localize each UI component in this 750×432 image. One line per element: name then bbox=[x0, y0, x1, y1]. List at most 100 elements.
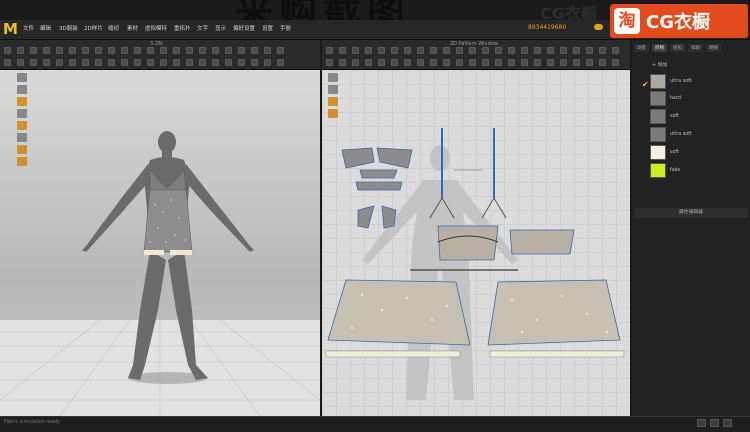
toolbar-2d-row2-tool-icon[interactable] bbox=[469, 59, 476, 66]
toolbar-2d-row1-tool-icon[interactable] bbox=[573, 47, 580, 54]
toolbar-2d-row2-tool-icon[interactable] bbox=[534, 59, 541, 66]
toolbar-3d-row2-tool-icon[interactable] bbox=[56, 59, 63, 66]
tool-pin-icon[interactable] bbox=[17, 97, 27, 106]
toolbar-2d-row1-tool-icon[interactable] bbox=[560, 47, 567, 54]
toolbar-3d-row2-tool-icon[interactable] bbox=[251, 59, 258, 66]
toolbar-2d-row1-tool-icon[interactable] bbox=[339, 47, 346, 54]
toolbar-3d-row2-tool-icon[interactable] bbox=[212, 59, 219, 66]
tool-measure-icon[interactable] bbox=[17, 157, 27, 166]
menu-file[interactable]: 文件 bbox=[23, 24, 34, 32]
tab-scene[interactable]: 场景 bbox=[634, 44, 649, 52]
toolbar-3d-row1-tool-icon[interactable] bbox=[225, 47, 232, 54]
toolbar-2d-row2-tool-icon[interactable] bbox=[573, 59, 580, 66]
toolbar-2d-row1-tool-icon[interactable] bbox=[547, 47, 554, 54]
toolbar-3d-row2-tool-icon[interactable] bbox=[121, 59, 128, 66]
toolbar-3d-row2-tool-icon[interactable] bbox=[134, 59, 141, 66]
toolbar-3d-row2-tool-icon[interactable] bbox=[277, 59, 284, 66]
fabric-item[interactable]: soft bbox=[650, 109, 745, 124]
fabric-item[interactable]: hard bbox=[650, 91, 745, 106]
toolbar-3d-row2-tool-icon[interactable] bbox=[238, 59, 245, 66]
toolbar-3d-row1-tool-icon[interactable] bbox=[108, 47, 115, 54]
tool-2d-select-icon[interactable] bbox=[328, 73, 338, 82]
menu-avatar[interactable]: 虚拟模特 bbox=[145, 24, 167, 32]
property-editor-header[interactable]: 属性编辑器 bbox=[634, 208, 748, 218]
toolbar-2d-row1-tool-icon[interactable] bbox=[599, 47, 606, 54]
toolbar-2d-row2-tool-icon[interactable] bbox=[404, 59, 411, 66]
toolbar-3d-row1-tool-icon[interactable] bbox=[17, 47, 24, 54]
toolbar-2d-row2-tool-icon[interactable] bbox=[339, 59, 346, 66]
toolbar-3d-row1-tool-icon[interactable] bbox=[212, 47, 219, 54]
toolbar-3d-row1-tool-icon[interactable] bbox=[173, 47, 180, 54]
toolbar-3d-row1-tool-icon[interactable] bbox=[43, 47, 50, 54]
fabric-item[interactable]: fake bbox=[650, 163, 745, 178]
toolbar-3d-row2-tool-icon[interactable] bbox=[30, 59, 37, 66]
toolbar-2d-row2-tool-icon[interactable] bbox=[482, 59, 489, 66]
menu-display[interactable]: 显示 bbox=[215, 24, 226, 32]
pattern-window-2d[interactable] bbox=[322, 70, 630, 416]
toolbar-3d-row2-tool-icon[interactable] bbox=[264, 59, 271, 66]
toolbar-2d-row2-tool-icon[interactable] bbox=[391, 59, 398, 66]
toolbar-3d-row1-tool-icon[interactable] bbox=[160, 47, 167, 54]
menu-edit[interactable]: 编辑 bbox=[40, 24, 51, 32]
cloud-icon[interactable] bbox=[594, 24, 603, 30]
toolbar-2d-row2-tool-icon[interactable] bbox=[547, 59, 554, 66]
menu-3d-garment[interactable]: 3D服装 bbox=[59, 24, 78, 32]
fabric-item[interactable]: ultra soft bbox=[650, 127, 745, 142]
toolbar-2d-row2-tool-icon[interactable] bbox=[521, 59, 528, 66]
toolbar-2d-row1-tool-icon[interactable] bbox=[391, 47, 398, 54]
toolbar-3d-row1-tool-icon[interactable] bbox=[95, 47, 102, 54]
tab-buttonhole[interactable]: 扣眼 bbox=[688, 44, 703, 52]
toolbar-2d-row1-tool-icon[interactable] bbox=[469, 47, 476, 54]
toolbar-2d-row2-tool-icon[interactable] bbox=[326, 59, 333, 66]
menu-text[interactable]: 文字 bbox=[197, 24, 208, 32]
toolbar-2d-row2-tool-icon[interactable] bbox=[456, 59, 463, 66]
toolbar-2d-row2-tool-icon[interactable] bbox=[417, 59, 424, 66]
toolbar-3d-row1-tool-icon[interactable] bbox=[147, 47, 154, 54]
toolbar-2d-row1-tool-icon[interactable] bbox=[352, 47, 359, 54]
toolbar-3d-row1-tool-icon[interactable] bbox=[238, 47, 245, 54]
toolbar-2d-row1-tool-icon[interactable] bbox=[404, 47, 411, 54]
toolbar-2d-row2-tool-icon[interactable] bbox=[586, 59, 593, 66]
toolbar-3d-row1-tool-icon[interactable] bbox=[121, 47, 128, 54]
menu-retopology[interactable]: 重拓扑 bbox=[174, 24, 191, 32]
toolbar-2d-row1-tool-icon[interactable] bbox=[417, 47, 424, 54]
toolbar-3d-row2-tool-icon[interactable] bbox=[108, 59, 115, 66]
toolbar-2d-row1-tool-icon[interactable] bbox=[534, 47, 541, 54]
toolbar-3d-row2-tool-icon[interactable] bbox=[147, 59, 154, 66]
toolbar-2d-row1-tool-icon[interactable] bbox=[443, 47, 450, 54]
toolbar-2d-row2-tool-icon[interactable] bbox=[352, 59, 359, 66]
menu-preferences[interactable]: 偏好设置 bbox=[233, 24, 255, 32]
toolbar-2d-row1-tool-icon[interactable] bbox=[495, 47, 502, 54]
tool-fold-icon[interactable] bbox=[17, 109, 27, 118]
toolbar-3d-row2-tool-icon[interactable] bbox=[186, 59, 193, 66]
layout-icon[interactable] bbox=[697, 419, 706, 427]
tab-topstitch[interactable]: 明线 bbox=[706, 44, 721, 52]
toolbar-3d-row2-tool-icon[interactable] bbox=[43, 59, 50, 66]
tool-gizmo-icon[interactable] bbox=[17, 133, 27, 142]
toolbar-2d-row2-tool-icon[interactable] bbox=[495, 59, 502, 66]
toolbar-3d-row1-tool-icon[interactable] bbox=[134, 47, 141, 54]
fullscreen-icon[interactable] bbox=[723, 419, 732, 427]
menu-manual[interactable]: 手册 bbox=[280, 24, 291, 32]
toolbar-3d-row1-tool-icon[interactable] bbox=[56, 47, 63, 54]
tool-select-icon[interactable] bbox=[17, 73, 27, 82]
toolbar-2d-row2-tool-icon[interactable] bbox=[599, 59, 606, 66]
toolbar-2d-row1-tool-icon[interactable] bbox=[586, 47, 593, 54]
add-fabric-button[interactable]: + 增加 bbox=[652, 61, 667, 68]
toolbar-3d-row1-tool-icon[interactable] bbox=[30, 47, 37, 54]
tool-hand-icon[interactable] bbox=[17, 121, 27, 130]
toolbar-2d-row1-tool-icon[interactable] bbox=[456, 47, 463, 54]
toolbar-2d-row2-tool-icon[interactable] bbox=[508, 59, 515, 66]
toolbar-2d-row2-tool-icon[interactable] bbox=[612, 59, 619, 66]
tool-move-icon[interactable] bbox=[17, 85, 27, 94]
toolbar-2d-row1-tool-icon[interactable] bbox=[521, 47, 528, 54]
toolbar-2d-row1-tool-icon[interactable] bbox=[365, 47, 372, 54]
menu-sewing[interactable]: 缝纫 bbox=[108, 24, 119, 32]
fabric-item[interactable]: soft bbox=[650, 145, 745, 160]
toolbar-3d-row1-tool-icon[interactable] bbox=[4, 47, 11, 54]
toolbar-3d-row1-tool-icon[interactable] bbox=[82, 47, 89, 54]
toolbar-3d-row2-tool-icon[interactable] bbox=[82, 59, 89, 66]
toolbar-3d-row2-tool-icon[interactable] bbox=[4, 59, 11, 66]
toolbar-3d-row2-tool-icon[interactable] bbox=[173, 59, 180, 66]
toolbar-2d-row2-tool-icon[interactable] bbox=[560, 59, 567, 66]
